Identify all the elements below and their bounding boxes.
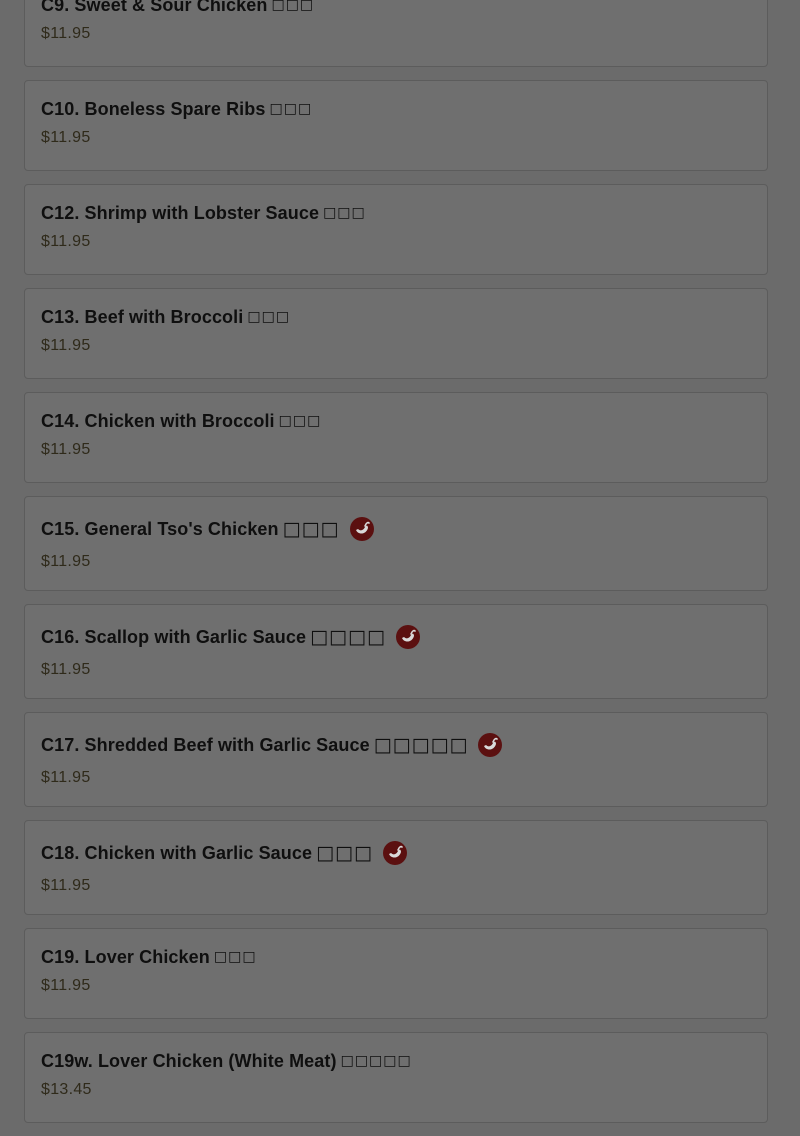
menu-item-c12[interactable]: C12. Shrimp with Lobster Sauce □□□ $11.9… bbox=[24, 184, 768, 275]
menu-item-title-row: C19w. Lover Chicken (White Meat) □□□□□ bbox=[41, 1045, 751, 1077]
menu-item-price: $11.95 bbox=[41, 977, 91, 994]
menu-item-chinese-name: □□□ bbox=[316, 842, 373, 864]
menu-item-c18[interactable]: C18. Chicken with Garlic Sauce □□□ $11.9… bbox=[24, 820, 768, 915]
menu-item-title-row: C19. Lover Chicken □□□ bbox=[41, 941, 751, 973]
menu-item-title-row: C16. Scallop with Garlic Sauce □□□□ bbox=[41, 621, 751, 653]
menu-item-price: $13.45 bbox=[41, 1081, 92, 1098]
menu-item-price: $11.95 bbox=[41, 337, 91, 354]
menu-item-name: C13. Beef with Broccoli bbox=[41, 306, 244, 327]
menu-item-title-row: C12. Shrimp with Lobster Sauce □□□ bbox=[41, 197, 751, 229]
menu-item-chinese-name: □□□□□ bbox=[373, 734, 469, 756]
menu-item-title-row: C9. Sweet & Sour Chicken □□□ bbox=[41, 0, 751, 21]
menu-item-price: $11.95 bbox=[41, 553, 91, 570]
menu-item-name: C17. Shredded Beef with Garlic Sauce bbox=[41, 734, 370, 755]
chili-pepper-icon bbox=[395, 625, 420, 649]
menu-item-chinese-name: □□□ bbox=[213, 949, 257, 965]
menu-item-chinese-name: □□□ bbox=[278, 413, 322, 429]
menu-item-title-row: C10. Boneless Spare Ribs □□□ bbox=[41, 93, 751, 125]
menu-item-c14[interactable]: C14. Chicken with Broccoli □□□ $11.95 bbox=[24, 392, 768, 483]
menu-item-name: C14. Chicken with Broccoli bbox=[41, 410, 275, 431]
menu-item-chinese-name: □□□□ bbox=[310, 626, 386, 648]
menu-item-c15[interactable]: C15. General Tso's Chicken □□□ $11.95 bbox=[24, 496, 768, 591]
menu-item-c19[interactable]: C19. Lover Chicken □□□ $11.95 bbox=[24, 928, 768, 1019]
menu-item-price: $11.95 bbox=[41, 441, 91, 458]
chili-pepper-icon bbox=[349, 517, 374, 541]
menu-item-title-row: C17. Shredded Beef with Garlic Sauce □□□… bbox=[41, 729, 751, 761]
menu-item-c13[interactable]: C13. Beef with Broccoli □□□ $11.95 bbox=[24, 288, 768, 379]
menu-item-title-row: C13. Beef with Broccoli □□□ bbox=[41, 301, 751, 333]
menu-item-price: $11.95 bbox=[41, 769, 91, 786]
menu-item-list: C9. Sweet & Sour Chicken □□□ $11.95 C10.… bbox=[24, 0, 768, 1136]
menu-item-name: C19w. Lover Chicken (White Meat) bbox=[41, 1050, 337, 1071]
menu-item-name: C10. Boneless Spare Ribs bbox=[41, 98, 266, 119]
menu-item-name: C15. General Tso's Chicken bbox=[41, 518, 279, 539]
menu-item-name: C16. Scallop with Garlic Sauce bbox=[41, 626, 307, 647]
menu-item-chinese-name: □□□□□ bbox=[340, 1053, 412, 1069]
menu-item-price: $11.95 bbox=[41, 129, 91, 146]
menu-item-chinese-name: □□□ bbox=[323, 205, 366, 221]
menu-item-c10[interactable]: C10. Boneless Spare Ribs □□□ $11.95 bbox=[24, 80, 768, 171]
chili-pepper-icon bbox=[382, 841, 407, 865]
menu-item-name: C12. Shrimp with Lobster Sauce bbox=[41, 202, 320, 223]
menu-item-price: $11.95 bbox=[41, 233, 91, 250]
menu-item-chinese-name: □□□ bbox=[247, 309, 291, 325]
chili-pepper-icon bbox=[478, 733, 503, 757]
menu-item-price: $11.95 bbox=[41, 25, 91, 42]
menu-item-c19w[interactable]: C19w. Lover Chicken (White Meat) □□□□□ $… bbox=[24, 1032, 768, 1123]
menu-item-chinese-name: □□□ bbox=[282, 518, 340, 540]
menu-item-title-row: C15. General Tso's Chicken □□□ bbox=[41, 513, 751, 545]
menu-item-chinese-name: □□□ bbox=[271, 0, 315, 13]
menu-item-name: C18. Chicken with Garlic Sauce bbox=[41, 842, 313, 863]
menu-item-chinese-name: □□□ bbox=[269, 101, 313, 117]
menu-item-name: C19. Lover Chicken bbox=[41, 946, 210, 967]
menu-item-title-row: C18. Chicken with Garlic Sauce □□□ bbox=[41, 837, 751, 869]
menu-item-title-row: C14. Chicken with Broccoli □□□ bbox=[41, 405, 751, 437]
menu-item-name: C9. Sweet & Sour Chicken bbox=[41, 0, 268, 15]
menu-item-c16[interactable]: C16. Scallop with Garlic Sauce □□□□ $11.… bbox=[24, 604, 768, 699]
menu-item-c17[interactable]: C17. Shredded Beef with Garlic Sauce □□□… bbox=[24, 712, 768, 807]
menu-item-price: $11.95 bbox=[41, 877, 91, 894]
menu-item-c9[interactable]: C9. Sweet & Sour Chicken □□□ $11.95 bbox=[24, 0, 768, 67]
menu-item-price: $11.95 bbox=[41, 661, 91, 678]
